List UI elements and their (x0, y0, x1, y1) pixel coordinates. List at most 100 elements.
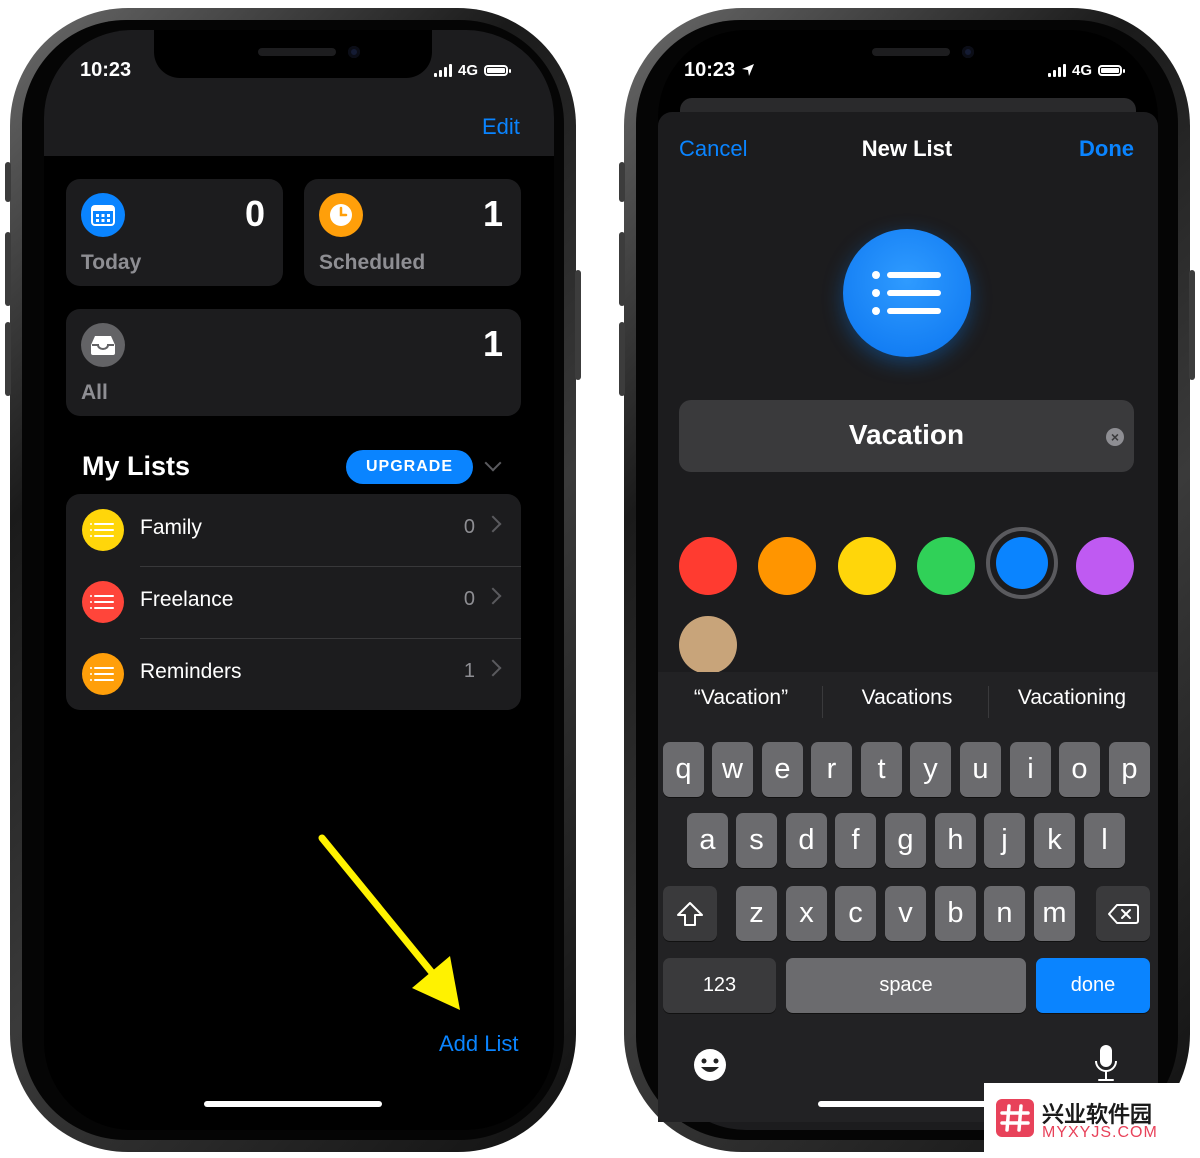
key-q[interactable]: q (663, 742, 704, 797)
suggestion-2[interactable]: Vacations (836, 686, 978, 710)
suggestion-3[interactable]: Vacationing (1000, 686, 1144, 710)
watermark-url: MYXYJS.COM (1042, 1124, 1158, 1141)
list-bullet-icon (82, 653, 124, 695)
right-status-indicators: 4G (1048, 62, 1126, 79)
clock-icon (319, 193, 363, 237)
shift-key[interactable] (663, 886, 717, 941)
color-swatch-red[interactable] (679, 537, 737, 595)
list-row-reminders[interactable]: Reminders 1 (66, 638, 521, 710)
key-m[interactable]: m (1034, 886, 1075, 941)
list-count: 0 (463, 516, 475, 538)
suggestion-1[interactable]: “Vacation” (672, 686, 810, 710)
left-silent-switch (5, 162, 11, 202)
key-z[interactable]: z (736, 886, 777, 941)
list-name: Family (140, 516, 202, 539)
key-e[interactable]: e (762, 742, 803, 797)
key-a[interactable]: a (687, 813, 728, 868)
scheduled-count: 1 (482, 193, 503, 234)
cancel-button[interactable]: Cancel (679, 136, 747, 162)
list-count: 1 (463, 660, 475, 682)
today-card[interactable]: 0 Today (66, 179, 283, 286)
battery-icon (1098, 65, 1126, 76)
right-power-button (1189, 270, 1195, 380)
key-l[interactable]: l (1084, 813, 1125, 868)
key-t[interactable]: t (861, 742, 902, 797)
right-camera (962, 46, 974, 58)
list-row-freelance[interactable]: Freelance 0 (66, 566, 521, 638)
key-g[interactable]: g (885, 813, 926, 868)
key-p[interactable]: p (1109, 742, 1150, 797)
numbers-key[interactable]: 123 (663, 958, 776, 1013)
key-o[interactable]: o (1059, 742, 1100, 797)
shift-icon (677, 901, 703, 926)
today-label: Today (81, 251, 142, 274)
space-key[interactable]: space (786, 958, 1026, 1013)
right-status-time: 10:23 (684, 59, 736, 81)
left-home-indicator[interactable] (204, 1101, 382, 1107)
suggestion-divider (822, 686, 823, 718)
key-u[interactable]: u (960, 742, 1001, 797)
key-s[interactable]: s (736, 813, 777, 868)
left-status-time: 10:23 (80, 59, 132, 81)
right-volume-down (619, 322, 625, 396)
list-name-field[interactable]: Vacation × (679, 400, 1134, 472)
right-volume-up (619, 232, 625, 306)
edit-button[interactable]: Edit (482, 114, 520, 140)
key-i[interactable]: i (1010, 742, 1051, 797)
key-n[interactable]: n (984, 886, 1025, 941)
key-b[interactable]: b (935, 886, 976, 941)
color-swatch-orange[interactable] (758, 537, 816, 595)
left-power-button (575, 270, 581, 380)
list-count: 0 (463, 588, 475, 610)
left-volume-down (5, 322, 11, 396)
right-home-indicator[interactable] (818, 1101, 996, 1107)
color-swatch-purple[interactable] (1076, 537, 1134, 595)
all-card[interactable]: 1 All (66, 309, 521, 416)
list-name: Reminders (140, 660, 242, 683)
left-camera (348, 46, 360, 58)
network-label: 4G (1072, 62, 1093, 79)
scheduled-card[interactable]: 1 Scheduled (304, 179, 521, 286)
add-list-button[interactable]: Add List (439, 1031, 519, 1057)
left-status-indicators: 4G (434, 62, 512, 79)
color-swatch-brown[interactable] (679, 616, 737, 674)
color-swatch-blue[interactable] (996, 537, 1048, 589)
chevron-right-icon (484, 587, 502, 605)
upgrade-button[interactable]: UPGRADE (346, 450, 473, 484)
key-v[interactable]: v (885, 886, 926, 941)
key-x[interactable]: x (786, 886, 827, 941)
right-silent-switch (619, 162, 625, 202)
key-f[interactable]: f (835, 813, 876, 868)
right-speaker (872, 48, 950, 56)
list-row-family[interactable]: Family 0 (66, 494, 521, 566)
scheduled-label: Scheduled (319, 251, 426, 274)
color-swatch-yellow[interactable] (838, 537, 896, 595)
done-button[interactable]: Done (1079, 136, 1134, 162)
list-bullet-icon (82, 581, 124, 623)
tray-icon (81, 323, 125, 367)
list-name: Freelance (140, 588, 234, 611)
color-swatch-green[interactable] (917, 537, 975, 595)
watermark: 兴业软件园 MYXYJS.COM (984, 1083, 1192, 1153)
key-j[interactable]: j (984, 813, 1025, 868)
list-bullet-icon[interactable] (843, 229, 971, 357)
microphone-icon[interactable] (1093, 1043, 1119, 1085)
key-y[interactable]: y (910, 742, 951, 797)
key-r[interactable]: r (811, 742, 852, 797)
calendar-icon (81, 193, 125, 237)
key-h[interactable]: h (935, 813, 976, 868)
cellular-signal-icon (434, 64, 452, 77)
watermark-logo-icon (996, 1099, 1034, 1137)
backspace-icon (1108, 903, 1139, 924)
network-label: 4G (458, 62, 479, 79)
emoji-icon[interactable] (692, 1047, 728, 1083)
key-c[interactable]: c (835, 886, 876, 941)
key-d[interactable]: d (786, 813, 827, 868)
key-k[interactable]: k (1034, 813, 1075, 868)
clear-text-icon[interactable]: × (1106, 428, 1124, 446)
key-w[interactable]: w (712, 742, 753, 797)
battery-icon (484, 65, 512, 76)
keyboard-done-key[interactable]: done (1036, 958, 1150, 1013)
chevron-right-icon (484, 515, 502, 533)
delete-key[interactable] (1096, 886, 1150, 941)
